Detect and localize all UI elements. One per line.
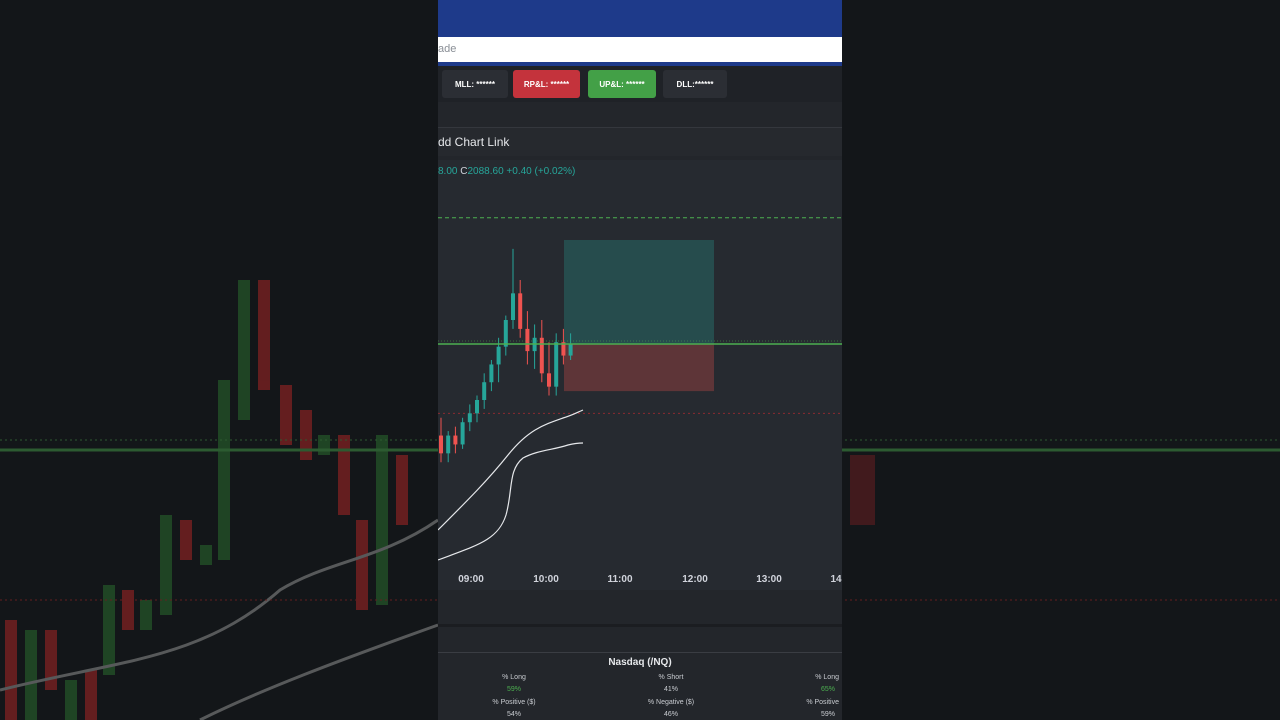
profit-zone: [564, 240, 714, 344]
realized-pnl-badge[interactable]: RP&L: ******: [513, 70, 580, 98]
candle-body: [503, 320, 508, 347]
add-chart-link-button[interactable]: dd Chart Link: [438, 128, 842, 156]
stat-positive-left-label: % Positive ($): [492, 699, 536, 706]
stat-long-right-value: 65%: [820, 686, 835, 693]
x-tick-label: 10:00: [533, 574, 559, 585]
candle-body: [446, 435, 451, 454]
candle-body: [547, 373, 551, 387]
market-sentiment-panel: Nasdaq (/NQ) % Long 59% % Positive ($) 5…: [438, 652, 842, 720]
candle-body: [489, 364, 494, 383]
stat-short-value: 41%: [663, 686, 678, 693]
stat-long-left-value: 59%: [506, 686, 521, 693]
unrealized-pnl-badge[interactable]: UP&L: ******: [588, 70, 656, 98]
stat-negative-value: 46%: [663, 711, 678, 718]
x-tick-label: 13:00: [756, 574, 782, 585]
chart-footer-spacer: [438, 590, 842, 627]
search-input[interactable]: ade: [438, 37, 842, 62]
stat-positive-right-value: 59%: [820, 711, 835, 718]
toolbar-spacer: [438, 102, 842, 128]
phone-screen: ade MLL: ****** RP&L: ****** UP&L: *****…: [438, 0, 842, 720]
ma-slow: [438, 442, 584, 561]
candle-body: [460, 422, 465, 445]
loss-zone: [564, 344, 714, 392]
candle-body: [482, 382, 487, 400]
ohlc-readout: 8.00 C2088.60 +0.40 (+0.02%): [438, 166, 575, 177]
price-chart[interactable]: 8.00 C2088.60 +0.40 (+0.02%) 09:00 10:00 1…: [438, 160, 842, 590]
x-tick-label: 09:00: [458, 574, 484, 585]
account-badges: MLL: ****** RP&L: ****** UP&L: ****** DL…: [438, 66, 842, 102]
stat-short-label: % Short: [658, 674, 684, 681]
x-tick-label: 11:00: [607, 574, 632, 585]
candle-body: [554, 342, 559, 387]
x-tick-label: 12:00: [682, 574, 708, 585]
candle-body: [518, 293, 523, 329]
stat-negative-label: % Negative ($): [647, 699, 695, 706]
stat-long-left-label: % Long: [502, 674, 526, 681]
candle-body: [475, 400, 479, 414]
ma-fast: [438, 409, 584, 531]
stat-positive-right-label: % Positive: [806, 699, 839, 706]
candle-body: [453, 435, 458, 445]
candle-body: [525, 328, 530, 352]
x-tick-label: 14: [830, 574, 842, 585]
ohlc-close: 2088.60: [467, 166, 504, 177]
candle-body: [511, 293, 515, 320]
chart-canvas: 09:00 10:00 11:00 12:00 13:00 14: [438, 217, 842, 585]
stats-title: Nasdaq (/NQ): [608, 657, 672, 668]
candle-body: [467, 413, 472, 423]
candle-body: [439, 435, 443, 454]
app-header: [438, 0, 842, 34]
ohlc-change: +0.40 (+0.02%): [506, 166, 576, 177]
stat-long-right-label: % Long: [815, 674, 839, 681]
candle-body: [496, 346, 501, 365]
dll-badge[interactable]: DLL:******: [663, 70, 727, 98]
candle-body: [539, 337, 544, 374]
mll-badge[interactable]: MLL: ******: [442, 70, 508, 98]
ohlc-prev: 8.00: [438, 166, 458, 177]
candle-body: [568, 344, 573, 356]
stat-positive-left-value: 54%: [506, 711, 521, 718]
